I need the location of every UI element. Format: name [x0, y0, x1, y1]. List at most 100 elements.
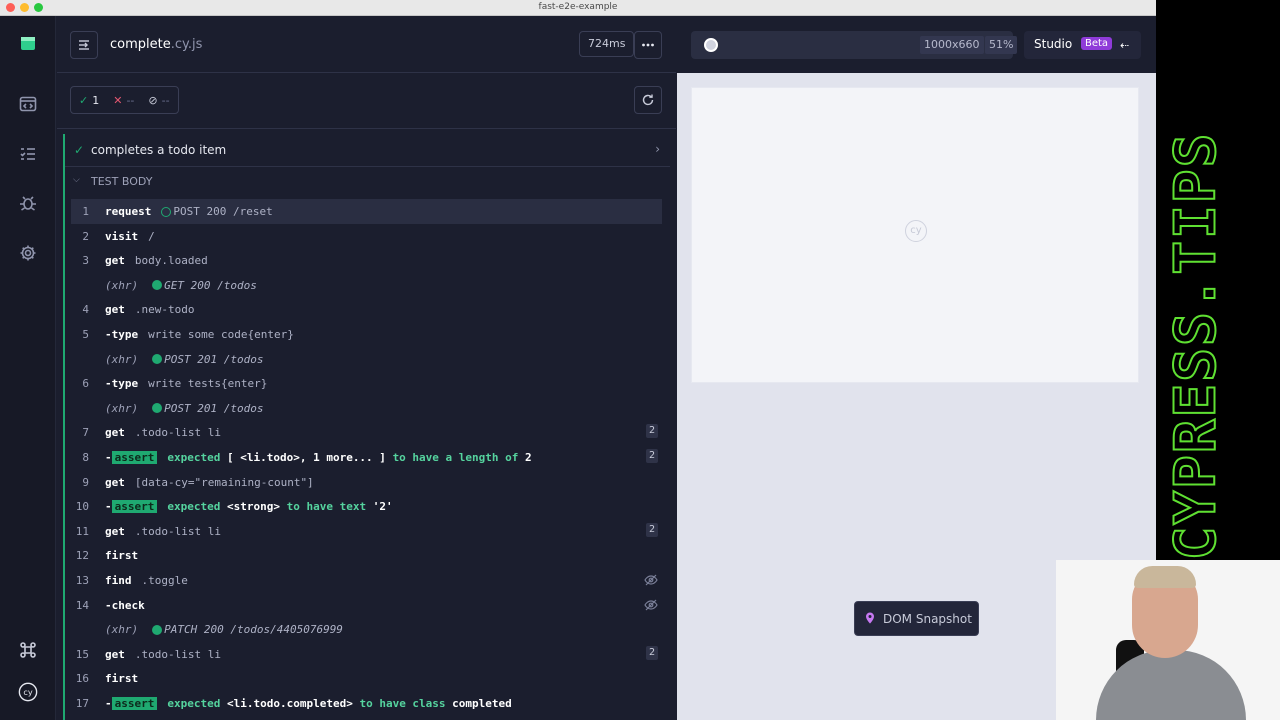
viewport-scale: 51% [985, 36, 1018, 54]
selector-playground-icon[interactable] [704, 38, 718, 52]
assert-dash: - [105, 500, 112, 514]
assert-value: '2' [372, 500, 393, 514]
command-number: 8 [82, 450, 89, 464]
eye-slash-icon [644, 574, 658, 586]
command-row[interactable]: 8 - assert expected [ <li.todo>, 1 more... … [71, 445, 662, 470]
command-name: get [105, 426, 125, 440]
command-body: -type write some code{enter} [105, 328, 294, 341]
assert-message: expected <li.todo.completed> to have cla… [167, 697, 511, 710]
dom-snapshot-badge[interactable]: DOM Snapshot [854, 601, 979, 636]
command-body: (xhr) POST 201 /todos [105, 353, 263, 366]
assert-part: to have text [286, 500, 367, 514]
test-body-section[interactable]: ⌵ TEST BODY [65, 172, 670, 194]
command-row[interactable]: 12 first [71, 543, 662, 568]
command-row[interactable]: 9 get [data-cy="remaining-count"] [71, 470, 662, 495]
assert-part: to have class [359, 696, 446, 710]
command-row[interactable]: 11 get .todo-list li 2 [71, 519, 662, 544]
command-number: 10 [75, 500, 89, 514]
chevron-right-icon[interactable]: › [655, 142, 660, 156]
command-name: -check [105, 598, 145, 612]
command-name: first [105, 672, 139, 686]
request-info: PATCH 200 /todos/4405076999 [164, 623, 343, 637]
test-title-row[interactable]: ✓ completes a todo item › [65, 134, 670, 167]
command-row[interactable]: 1 request POST 200 /reset [71, 199, 662, 224]
cypress-logo-icon[interactable]: cy [14, 678, 42, 706]
command-number: 13 [75, 573, 89, 587]
spec-filename: complete.cy.js [110, 37, 202, 52]
command-list: 1 request POST 200 /reset 2 visit / 3 get body.l… [71, 199, 662, 715]
command-body: visit / [105, 230, 155, 243]
command-row[interactable]: 6 -type write tests{enter} [71, 371, 662, 396]
assert-dash: - [105, 696, 112, 710]
request-info: POST 200 /reset [173, 205, 273, 218]
studio-icon: ⇠ [1120, 39, 1130, 52]
command-body: (xhr) PATCH 200 /todos/4405076999 [105, 623, 343, 636]
command-row[interactable]: (xhr) GET 200 /todos [71, 273, 662, 298]
assert-subject: [ <li.todo>, 1 more... ] [226, 450, 386, 464]
command-body: get .todo-list li [105, 525, 221, 538]
element-count-badge: 2 [645, 645, 658, 660]
collapse-icon[interactable] [70, 31, 98, 59]
debug-icon[interactable] [14, 189, 42, 217]
failed-count: ✕ -- [113, 94, 134, 107]
command-name: -type [105, 377, 139, 391]
spec-file-base: complete [110, 37, 171, 52]
command-message: [data-cy="remaining-count"] [134, 475, 314, 489]
assert-dash: - [105, 450, 112, 464]
status-dot [152, 403, 163, 414]
spec-file-ext: .cy.js [170, 37, 203, 52]
request-info: POST 201 /todos [164, 352, 264, 366]
test-block: ✓ completes a todo item › ⌵ TEST BODY 1 r… [63, 134, 670, 720]
command-row[interactable]: 2 visit / [71, 224, 662, 249]
command-row[interactable]: 3 get body.loaded [71, 248, 662, 273]
command-number: 3 [82, 254, 89, 268]
runs-icon[interactable] [14, 140, 42, 168]
command-body: - assert expected <strong> to have text '2… [105, 500, 393, 514]
xhr-label: (xhr) [105, 401, 139, 415]
test-stats: ✓ 1 ✕ -- ⊘ -- [70, 86, 179, 114]
command-row[interactable]: 13 find .toggle [71, 568, 662, 593]
command-row[interactable]: (xhr) POST 201 /todos [71, 347, 662, 372]
command-body: -check [105, 599, 155, 612]
command-body: - assert expected [ <li.todo>, 1 more... ]… [105, 450, 532, 464]
failed-value: -- [126, 93, 135, 107]
command-row[interactable]: 4 get .new-todo [71, 297, 662, 322]
command-number: 11 [75, 524, 89, 538]
command-row[interactable]: 7 get .todo-list li 2 [71, 420, 662, 445]
command-body: (xhr) POST 201 /todos [105, 402, 263, 415]
xhr-label: (xhr) [105, 352, 139, 366]
command-message: .new-todo [134, 303, 195, 317]
command-row[interactable]: 5 -type write some code{enter} [71, 322, 662, 347]
project-icon[interactable] [14, 30, 42, 58]
command-row[interactable]: 17 - assert expected <li.todo.completed> to… [71, 691, 662, 716]
command-row[interactable]: (xhr) PATCH 200 /todos/4405076999 [71, 617, 662, 642]
keyboard-shortcuts-icon[interactable] [14, 636, 42, 664]
url-bar[interactable]: 1000x660 51% [691, 31, 1018, 59]
command-name: get [105, 254, 125, 268]
settings-icon[interactable] [14, 239, 42, 267]
section-label: TEST BODY [91, 175, 153, 188]
assert-part: expected [167, 450, 221, 464]
assert-part: expected [167, 500, 221, 514]
command-row[interactable]: 15 get .todo-list li 2 [71, 642, 662, 667]
window-titlebar: fast-e2e-example [0, 0, 1156, 16]
aut-viewport[interactable]: cy [691, 87, 1139, 383]
assert-tag: assert [111, 696, 158, 710]
specs-icon[interactable] [14, 90, 42, 118]
command-row[interactable]: (xhr) POST 201 /todos [71, 396, 662, 421]
assert-part: expected [167, 696, 221, 710]
command-row[interactable]: 16 first [71, 666, 662, 691]
sidebar-nav: cy [0, 16, 56, 720]
command-row[interactable]: 10 - assert expected <strong> to have text … [71, 494, 662, 519]
command-name: get [105, 303, 125, 317]
cypress-placeholder-logo: cy [905, 220, 927, 242]
command-row[interactable]: 14 -check [71, 593, 662, 618]
run-duration: 724ms [579, 31, 635, 57]
passed-value: 1 [92, 93, 100, 107]
beta-badge: Beta [1081, 37, 1113, 50]
svg-text:cy: cy [23, 687, 32, 697]
more-icon[interactable] [634, 31, 662, 59]
studio-button[interactable]: Studio Beta ⇠ [1024, 31, 1141, 59]
rerun-icon[interactable] [634, 86, 662, 114]
command-number: 12 [75, 549, 89, 563]
